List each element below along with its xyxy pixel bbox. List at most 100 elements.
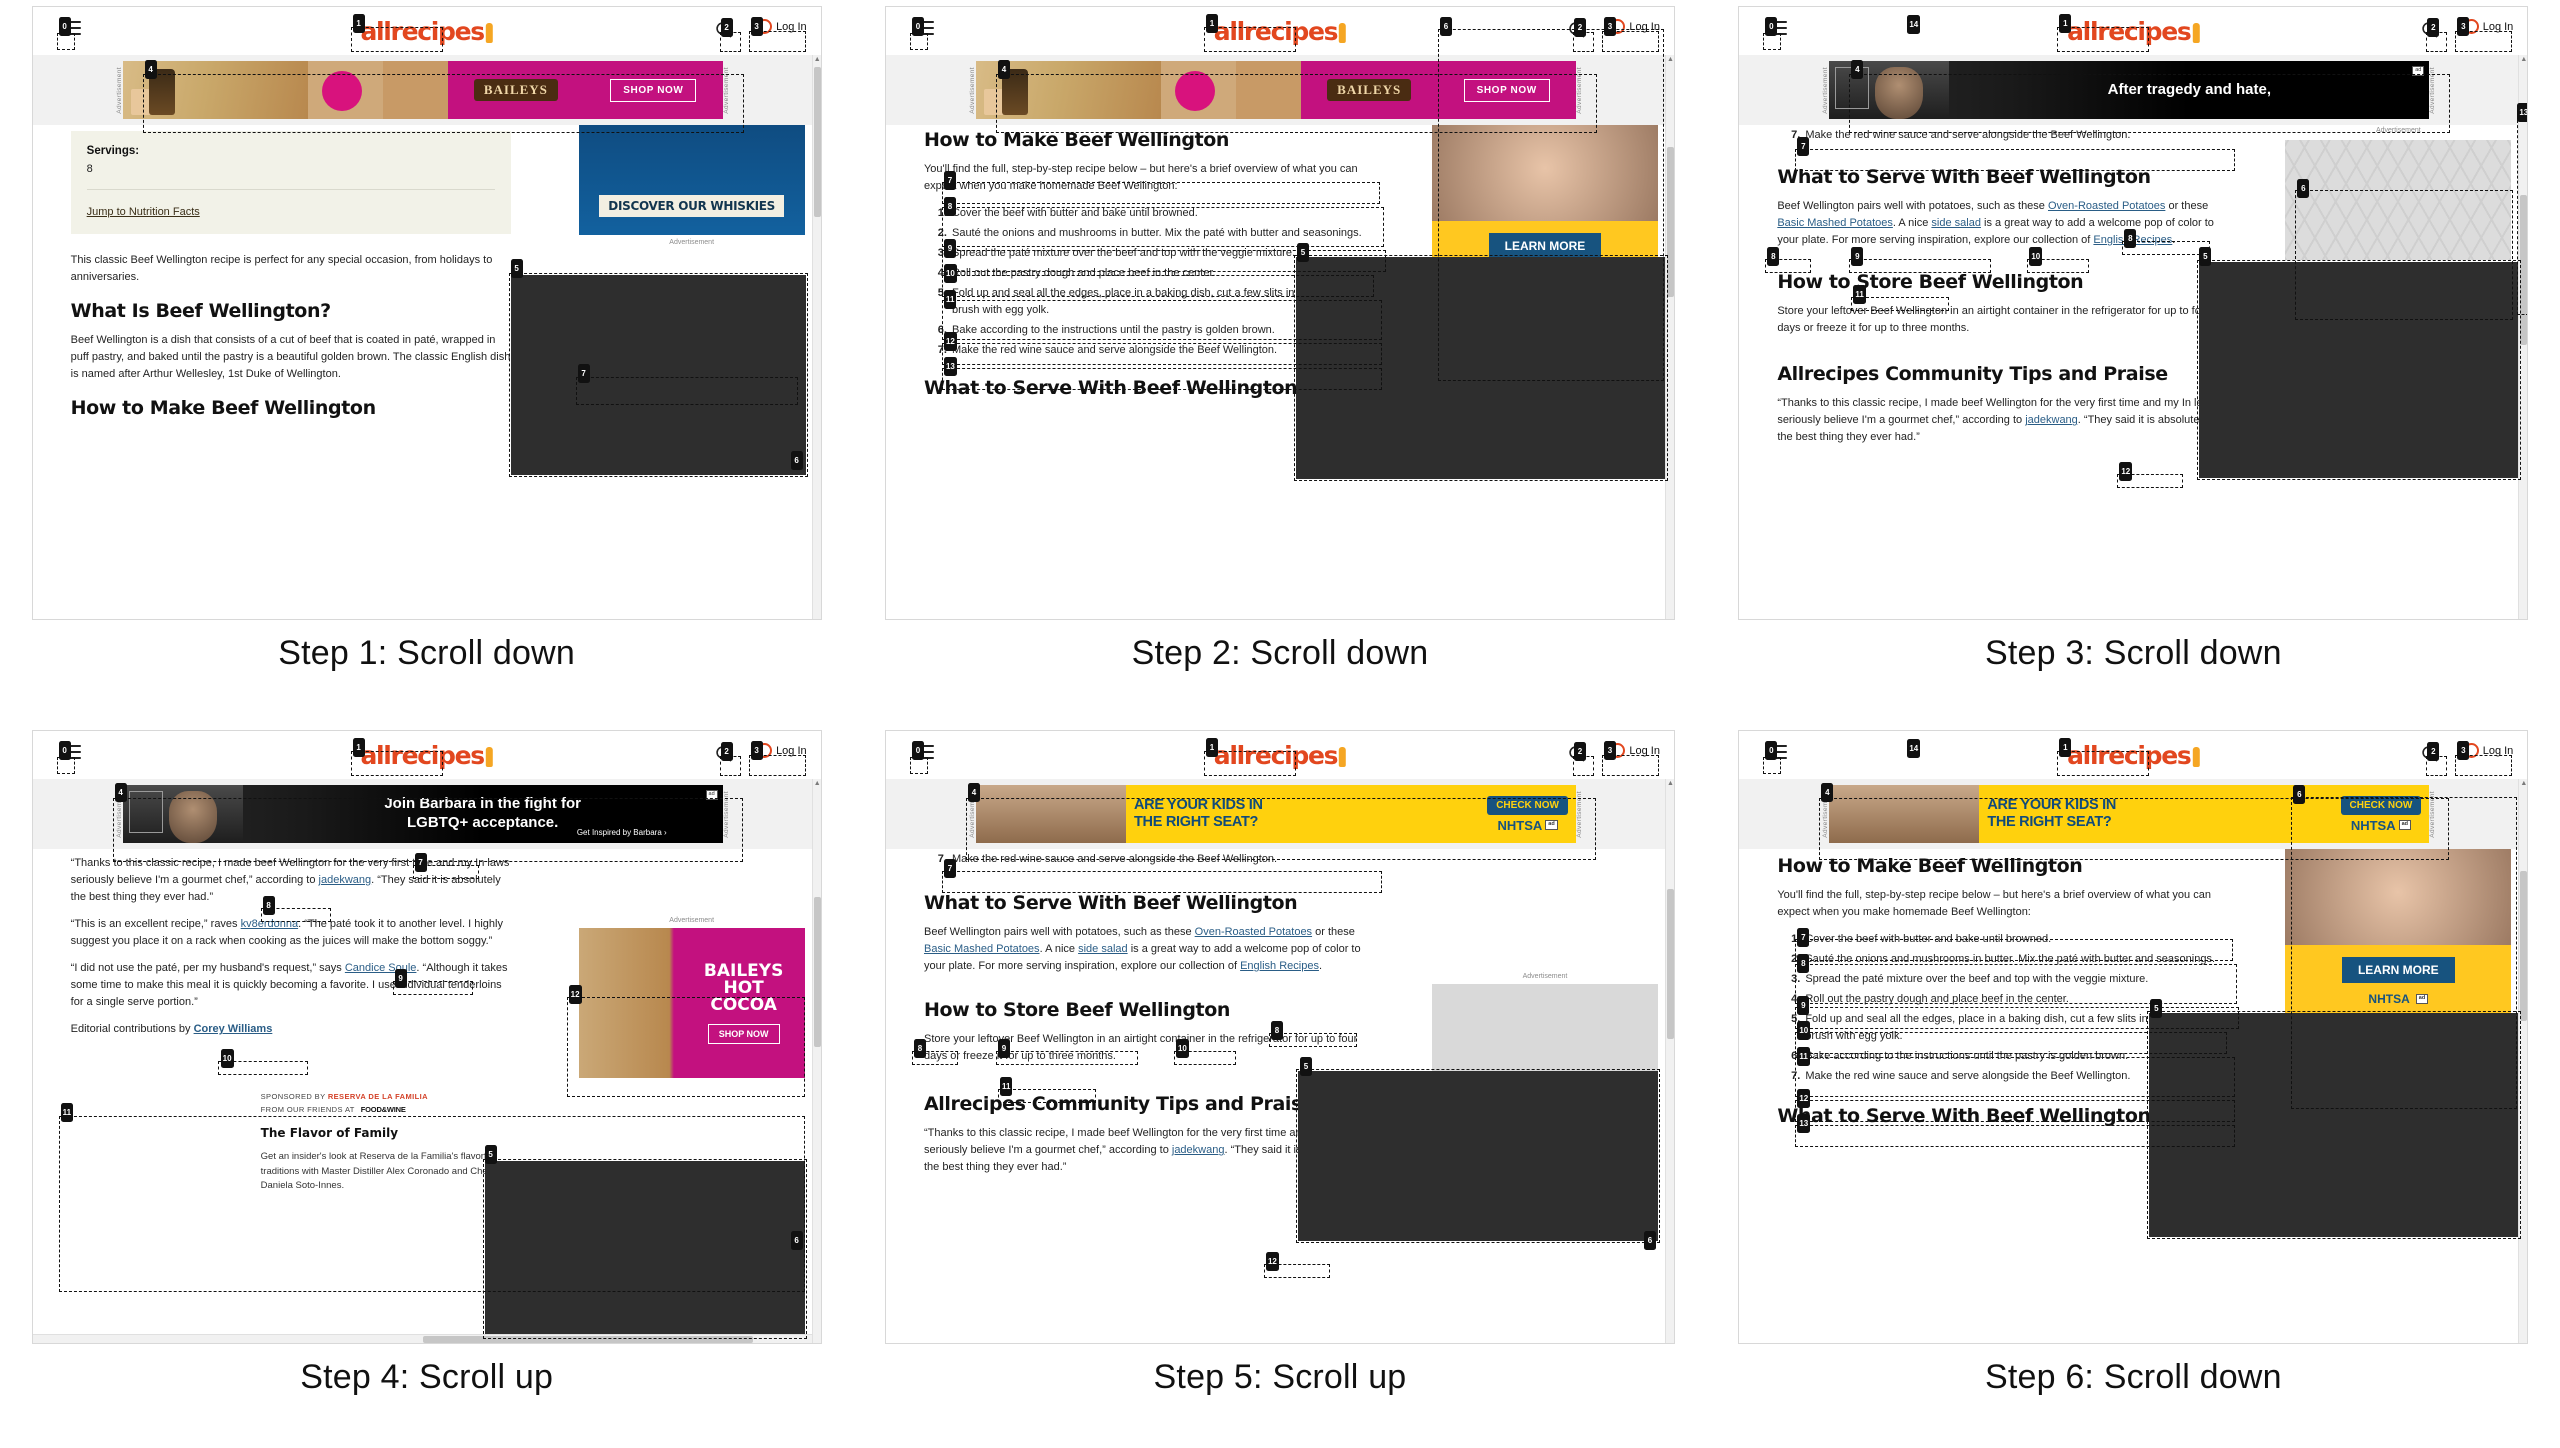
recipe-step[interactable]: Cover the beef with butter and bake unti… xyxy=(1803,931,2217,948)
jump-to-nutrition-link[interactable]: Jump to Nutrition Facts xyxy=(87,206,200,218)
login-label: Log In xyxy=(776,20,807,33)
scroll-up-arrow[interactable]: ▲ xyxy=(1666,55,1674,64)
cocoa-cta[interactable]: SHOP NOW xyxy=(707,1023,780,1044)
vertical-scrollbar[interactable]: ▲ xyxy=(2518,55,2528,619)
logo-text: allrecipes xyxy=(1213,741,1339,770)
editorial-author-link[interactable]: Corey Williams xyxy=(194,1023,273,1035)
vertical-scroll-thumb[interactable] xyxy=(813,67,821,217)
scroll-up-arrow[interactable]: ▲ xyxy=(2519,779,2527,788)
baileys-cta[interactable]: SHOP NOW xyxy=(1463,78,1550,102)
check-now-button[interactable]: CHECK NOW xyxy=(1487,795,1568,815)
consent-overlay[interactable] xyxy=(510,275,806,475)
side-salad-link[interactable]: side salad xyxy=(1931,217,1981,229)
marker-8: 8 xyxy=(1797,954,1810,973)
baileys-banner-ad[interactable]: BAILEYS SHOP NOW xyxy=(122,61,723,119)
side-salad-link[interactable]: side salad xyxy=(1078,943,1128,955)
review-1-user-link[interactable]: jadekwang xyxy=(2025,414,2078,426)
recipe-step[interactable]: Spread the paté mixture over the beef an… xyxy=(1803,971,2217,988)
consent-overlay[interactable] xyxy=(2199,262,2520,478)
ad-choices-badge[interactable]: ad xyxy=(705,790,718,800)
recipe-step[interactable]: Make the red wine sauce and serve alongs… xyxy=(1803,127,2217,144)
baileys-cta[interactable]: SHOP NOW xyxy=(610,78,697,102)
basic-mashed-potatoes-link[interactable]: Basic Mashed Potatoes xyxy=(924,943,1040,955)
allrecipes-logo[interactable]: allrecipes xyxy=(2067,17,2200,46)
recipe-step[interactable]: Cover the beef with butter and bake unti… xyxy=(950,205,1364,222)
baileys-banner-ad[interactable]: BAILEYS SHOP NOW xyxy=(975,61,1576,119)
login-button[interactable]: Log In xyxy=(2463,743,2513,758)
login-button[interactable]: Log In xyxy=(757,19,807,34)
vertical-scrollbar[interactable]: ▲ xyxy=(811,779,821,1343)
vertical-scrollbar[interactable]: ▲ xyxy=(1664,779,1674,1343)
horizontal-scroll-thumb[interactable] xyxy=(422,1336,753,1343)
vertical-scrollbar[interactable]: ▲ xyxy=(2518,779,2528,1343)
baby-nhtsa-ad[interactable]: LEARN MORE NHTSA ad xyxy=(2285,849,2512,1016)
consent-overlay[interactable] xyxy=(1297,1071,1658,1241)
marker-9: 9 xyxy=(997,1039,1010,1058)
login-button[interactable]: Log In xyxy=(757,743,807,758)
allrecipes-logo[interactable]: allrecipes xyxy=(1213,741,1347,770)
login-button[interactable]: Log In xyxy=(1610,743,1660,758)
barbara-banner-ad[interactable]: Join Barbara in the fight for LGBTQ+ acc… xyxy=(122,785,723,843)
review-2-user-link[interactable]: kv8erdonna xyxy=(241,918,299,930)
marker-12: 12 xyxy=(1265,1252,1279,1271)
marker-8: 8 xyxy=(2124,229,2137,248)
serve-text-2: or these xyxy=(1312,926,1355,939)
nhtsa-banner-ad[interactable]: ARE YOUR KIDS IN THE RIGHT SEAT? CHECK N… xyxy=(1829,785,2430,843)
nhtsa-banner-ad[interactable]: ARE YOUR KIDS IN THE RIGHT SEAT? CHECK N… xyxy=(975,785,1576,843)
cocoa-ad[interactable]: BAILEYS HOT COCOA SHOP NOW xyxy=(578,928,805,1078)
nhtsa-line1: ARE YOUR KIDS IN xyxy=(1987,797,2116,814)
vertical-scrollbar[interactable]: ▲ xyxy=(811,55,821,619)
site-header: allrecipes Log In xyxy=(885,7,1674,55)
review-1-user-link[interactable]: jadekwang xyxy=(319,874,372,886)
scroll-up-arrow[interactable]: ▲ xyxy=(813,55,821,64)
oven-roasted-potatoes-link[interactable]: Oven-Roasted Potatoes xyxy=(1195,926,1312,938)
ad-label-right: Advertisement xyxy=(1575,790,1583,838)
learn-more-button[interactable]: LEARN MORE xyxy=(2341,957,2455,983)
allrecipes-logo[interactable]: allrecipes xyxy=(2067,741,2200,770)
recipe-step[interactable]: Sauté the onions and mushrooms in butter… xyxy=(950,225,1364,242)
article-column: Servings: 8 Jump to Nutrition Facts This… xyxy=(70,125,511,429)
consent-overlay[interactable] xyxy=(1295,257,1666,479)
vertical-scroll-thumb[interactable] xyxy=(1666,147,1674,297)
horizontal-scrollbar[interactable] xyxy=(32,1334,812,1343)
step-4-screenshot: allrecipes Log In Advertisement Join Bar… xyxy=(31,730,822,1344)
vertical-scrollbar[interactable]: ▲ xyxy=(1664,55,1674,619)
placeholder-ad[interactable] xyxy=(2285,140,2512,260)
whisky-ad[interactable]: DISCOVER OUR WHISKIES xyxy=(578,125,805,235)
vertical-scroll-thumb[interactable] xyxy=(1666,889,1674,1039)
consent-overlay[interactable] xyxy=(2149,1013,2520,1237)
vertical-scroll-thumb[interactable] xyxy=(2520,871,2528,1021)
divider xyxy=(86,189,495,190)
ad-choices-badge[interactable]: ad xyxy=(2398,820,2412,830)
marker-10: 10 xyxy=(220,1049,234,1068)
check-now-button[interactable]: CHECK NOW xyxy=(2340,795,2422,815)
consent-overlay[interactable] xyxy=(484,1161,805,1337)
step-4-caption: Step 4: Scroll up xyxy=(300,1358,554,1396)
oven-roasted-potatoes-link[interactable]: Oven-Roasted Potatoes xyxy=(2048,200,2165,212)
scroll-up-arrow[interactable]: ▲ xyxy=(2519,55,2527,64)
vertical-scroll-thumb[interactable] xyxy=(2520,195,2528,345)
review-1-user-link[interactable]: jadekwang xyxy=(1172,1144,1225,1156)
english-recipes-link[interactable]: English Recipes xyxy=(1240,960,1319,972)
recipe-step[interactable]: Sauté the onions and mushrooms in butter… xyxy=(1803,951,2217,968)
basic-mashed-potatoes-link[interactable]: Basic Mashed Potatoes xyxy=(1777,217,1893,229)
love-has-no-labels-box xyxy=(128,791,163,833)
login-button[interactable]: Log In xyxy=(2463,19,2513,34)
ad-choices-badge[interactable]: ad xyxy=(2412,66,2425,76)
barbara-cta[interactable]: Get Inspired by Barbara › xyxy=(577,828,667,837)
scroll-up-arrow[interactable]: ▲ xyxy=(813,779,821,788)
ad-choices-badge[interactable]: ad xyxy=(2415,994,2429,1004)
scroll-up-arrow[interactable]: ▲ xyxy=(1666,779,1674,788)
barbara-banner-ad[interactable]: After tragedy and hate, ad xyxy=(1829,61,2430,119)
recipe-step[interactable]: Make the red wine sauce and serve alongs… xyxy=(950,851,1364,868)
ad-choices-badge[interactable]: ad xyxy=(1545,820,1558,830)
login-button[interactable]: Log In xyxy=(1610,19,1660,34)
vertical-scroll-thumb[interactable] xyxy=(813,897,821,1047)
step-6-screenshot: allrecipes Log In Advertisement ARE YOUR… xyxy=(1738,730,2529,1344)
serve-text-2: or these xyxy=(2165,200,2209,213)
allrecipes-logo[interactable]: allrecipes xyxy=(360,741,493,770)
allrecipes-logo[interactable]: allrecipes xyxy=(360,17,493,46)
logo-text: allrecipes xyxy=(2067,17,2192,46)
allrecipes-logo[interactable]: allrecipes xyxy=(1214,17,1347,46)
learn-more-button[interactable]: LEARN MORE xyxy=(1488,233,1602,259)
